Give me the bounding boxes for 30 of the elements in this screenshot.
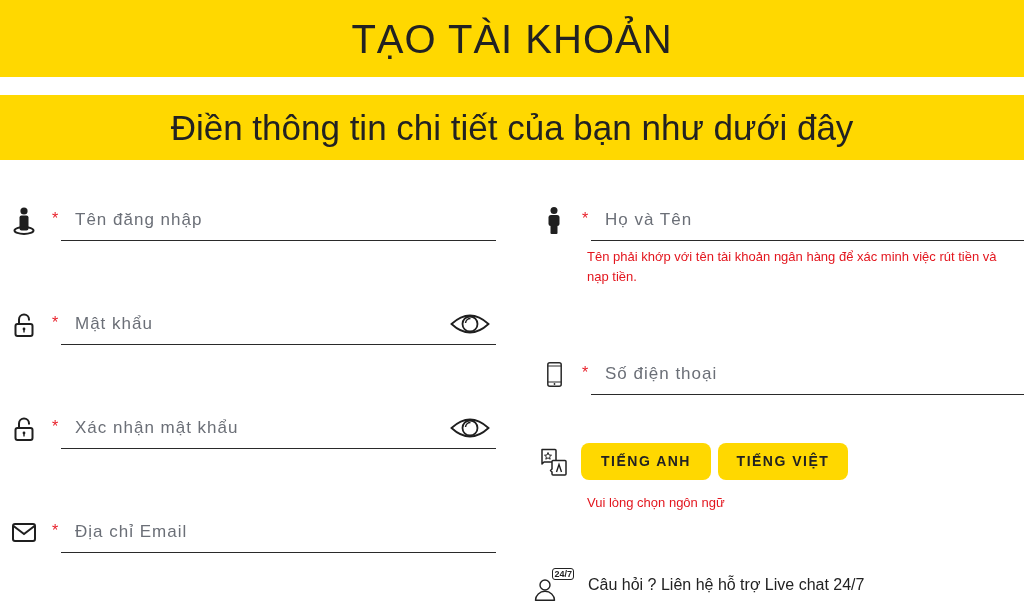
- error-text: Vui lòng chọn ngôn ngữ: [587, 494, 725, 512]
- eye-icon[interactable]: [450, 417, 490, 439]
- phone-field[interactable]: Số điện thoại: [591, 354, 1024, 395]
- eye-icon[interactable]: [450, 313, 490, 335]
- live-chat-link[interactable]: Câu hỏi ? Liên hệ hỗ trợ Live chat 24/7: [588, 574, 865, 595]
- password-field[interactable]: Xác nhận mật khẩu: [61, 408, 496, 449]
- speech-bubble: 24/7: [552, 568, 574, 580]
- person-outline-icon: [534, 579, 558, 601]
- password-field[interactable]: Mật khẩu: [61, 304, 496, 345]
- full-name-field[interactable]: Họ và Tên: [591, 200, 1024, 241]
- phone-icon: [546, 362, 562, 387]
- subtitle: Điền thông tin chi tiết của bạn như dưới đây: [170, 110, 854, 145]
- language-option[interactable]: TIẾNG VIỆT: [718, 443, 848, 480]
- unlocked-padlock-icon: [14, 416, 34, 441]
- required-asterisk: *: [52, 418, 59, 437]
- unlocked-padlock-icon: [14, 312, 34, 337]
- envelope-icon: [12, 523, 36, 542]
- required-asterisk: *: [52, 314, 59, 333]
- hint-text: Tên phải khớp với tên tài khoản ngân hàng để xác minh việc rút tiền và nạp tiền.: [587, 248, 998, 286]
- person-on-ring-icon: [13, 206, 35, 235]
- email-field[interactable]: Địa chỉ Email: [61, 512, 496, 553]
- page-title: TẠO TÀI KHOẢN: [351, 18, 673, 59]
- required-asterisk: *: [582, 364, 589, 383]
- required-asterisk: *: [52, 210, 59, 229]
- required-asterisk: *: [582, 210, 589, 229]
- required-asterisk: *: [52, 522, 59, 541]
- translate-icon: [540, 447, 568, 476]
- username-field[interactable]: Tên đăng nhập: [61, 200, 496, 241]
- language-option[interactable]: TIẾNG ANH: [581, 443, 711, 480]
- person-icon: [548, 207, 560, 234]
